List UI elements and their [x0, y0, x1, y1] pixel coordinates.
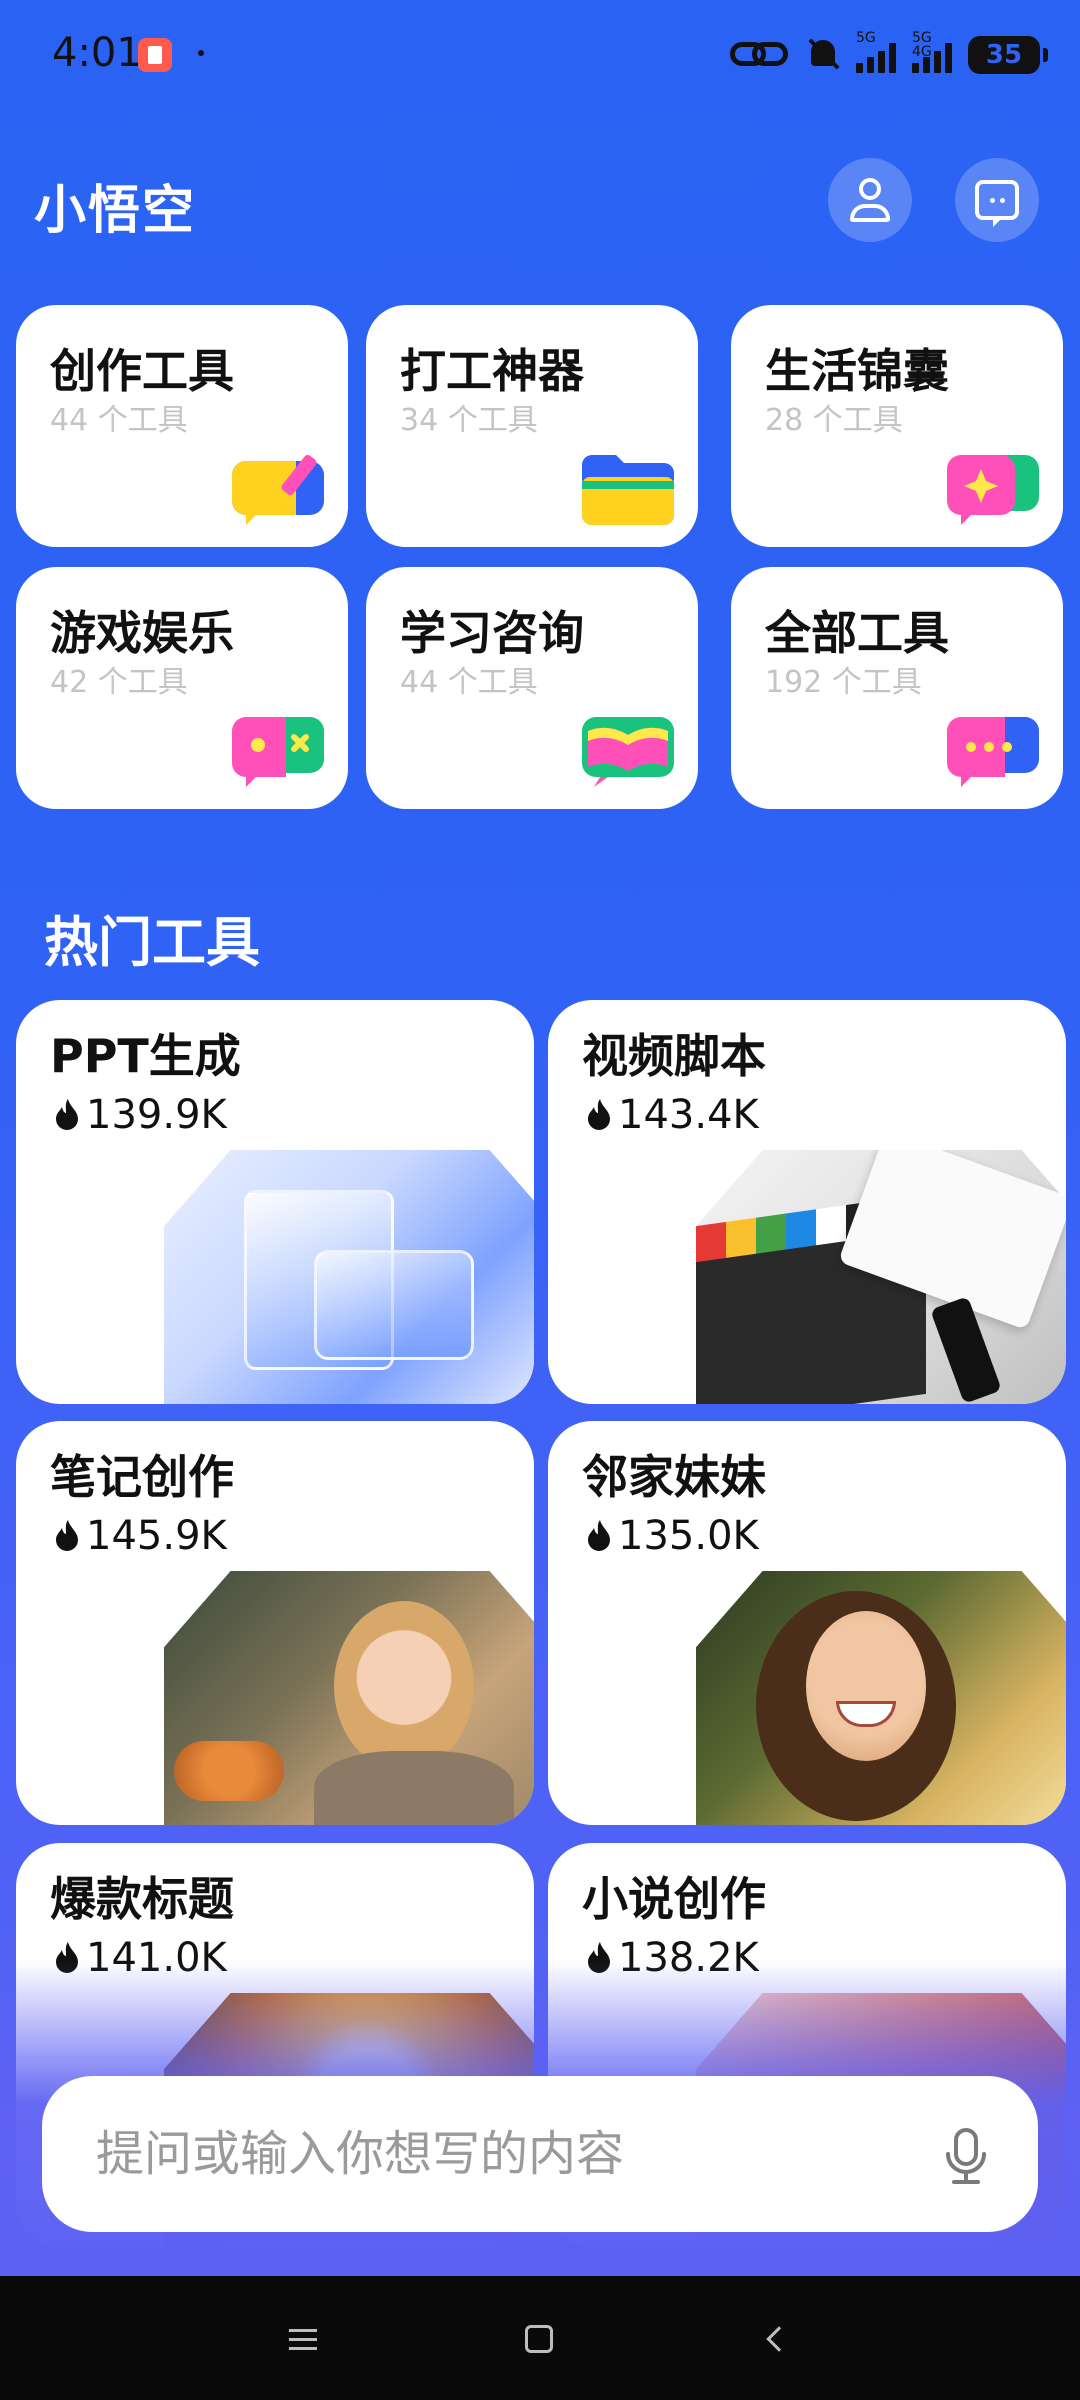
flame-icon [56, 1099, 78, 1130]
signal-icon-1: 5G [856, 31, 896, 73]
chat-input-bar[interactable]: 提问或输入你想写的内容 [42, 2076, 1038, 2232]
hot-tool-title: 小说创作 [582, 1872, 766, 1926]
flame-icon [56, 1520, 78, 1551]
profile-button[interactable] [828, 158, 912, 242]
recent-apps-button[interactable] [276, 2312, 330, 2366]
ppt-illustration [164, 1150, 534, 1404]
category-title: 创作工具 [50, 344, 234, 398]
hot-tool-title: 视频脚本 [582, 1029, 766, 1083]
back-button[interactable] [748, 2312, 802, 2366]
category-title: 全部工具 [765, 606, 949, 660]
network-type-2: 5G 4G [912, 30, 932, 60]
hot-tool-card-neighbor-girl[interactable]: 邻家妹妹 135.0K [548, 1421, 1066, 1825]
category-count: 44 个工具 [400, 665, 538, 700]
category-card-games[interactable]: 游戏娱乐 42 个工具 [16, 567, 348, 809]
link-icon [730, 38, 790, 72]
status-time: 4:01 [52, 30, 142, 76]
section-title-hot-tools: 热门工具 [44, 911, 260, 974]
flame-icon [588, 1099, 610, 1130]
category-card-learning[interactable]: 学习咨询 44 个工具 [366, 567, 698, 809]
category-card-all[interactable]: 全部工具 192 个工具 [731, 567, 1063, 809]
hot-tool-title: 邻家妹妹 [582, 1450, 766, 1504]
hot-tool-stat: 143.4K [586, 1092, 759, 1138]
hot-tool-stat: 145.9K [54, 1513, 227, 1559]
woman-portrait-image [164, 1571, 534, 1825]
category-count: 28 个工具 [765, 403, 903, 438]
usage-count: 135.0K [618, 1513, 759, 1559]
notification-dot [198, 50, 204, 56]
hot-tool-title: PPT生成 [50, 1029, 241, 1083]
category-count: 42 个工具 [50, 665, 188, 700]
category-count: 34 个工具 [400, 403, 538, 438]
signal-icon-2: 5G 4G [912, 31, 952, 73]
game-bubble-icon [232, 717, 324, 787]
folder-icon [582, 455, 674, 525]
category-count: 192 个工具 [765, 665, 922, 700]
system-nav-bar [0, 2276, 1080, 2400]
message-icon [975, 180, 1019, 220]
status-bar: 4:01 5G 5G 4G 35 [0, 0, 1080, 110]
chat-input-placeholder[interactable]: 提问或输入你想写的内容 [96, 2076, 624, 2232]
status-icons: 5G 5G 4G 35 [730, 30, 1048, 80]
mute-bell-icon [806, 36, 840, 74]
usage-count: 145.9K [86, 1513, 227, 1559]
category-title: 打工神器 [400, 344, 584, 398]
clapperboard-image [696, 1150, 1066, 1404]
flame-icon [588, 1520, 610, 1551]
usage-count: 139.9K [86, 1092, 227, 1138]
hot-tool-card-video-script[interactable]: 视频脚本 143.4K [548, 1000, 1066, 1404]
hot-tool-title: 爆款标题 [50, 1872, 234, 1926]
app-title: 小悟空 [34, 181, 197, 241]
home-button[interactable] [512, 2312, 566, 2366]
more-bubble-icon [947, 717, 1039, 787]
hot-tool-title: 笔记创作 [50, 1450, 234, 1504]
user-icon [848, 178, 892, 222]
book-icon [582, 717, 674, 787]
category-title: 生活锦囊 [765, 344, 949, 398]
category-title: 学习咨询 [400, 606, 584, 660]
hot-tool-card-ppt[interactable]: PPT生成 139.9K [16, 1000, 534, 1404]
notification-app-icon [138, 38, 172, 72]
category-card-creation[interactable]: 创作工具 44 个工具 [16, 305, 348, 547]
battery-level: 35 [985, 40, 1023, 70]
hot-tool-stat: 135.0K [586, 1513, 759, 1559]
category-count: 44 个工具 [50, 403, 188, 438]
usage-count: 143.4K [618, 1092, 759, 1138]
category-card-life[interactable]: 生活锦囊 28 个工具 [731, 305, 1063, 547]
hot-tool-stat: 139.9K [54, 1092, 227, 1138]
network-type-1: 5G [856, 30, 876, 46]
battery-icon: 35 [968, 36, 1048, 74]
category-title: 游戏娱乐 [50, 606, 234, 660]
category-card-work[interactable]: 打工神器 34 个工具 [366, 305, 698, 547]
sparkle-bubble-icon [947, 455, 1039, 525]
laughing-woman-image [696, 1571, 1066, 1825]
hot-tool-card-notes[interactable]: 笔记创作 145.9K [16, 1421, 534, 1825]
feedback-button[interactable] [955, 158, 1039, 242]
microphone-icon[interactable] [942, 2128, 990, 2186]
edit-bubble-icon [232, 454, 324, 525]
